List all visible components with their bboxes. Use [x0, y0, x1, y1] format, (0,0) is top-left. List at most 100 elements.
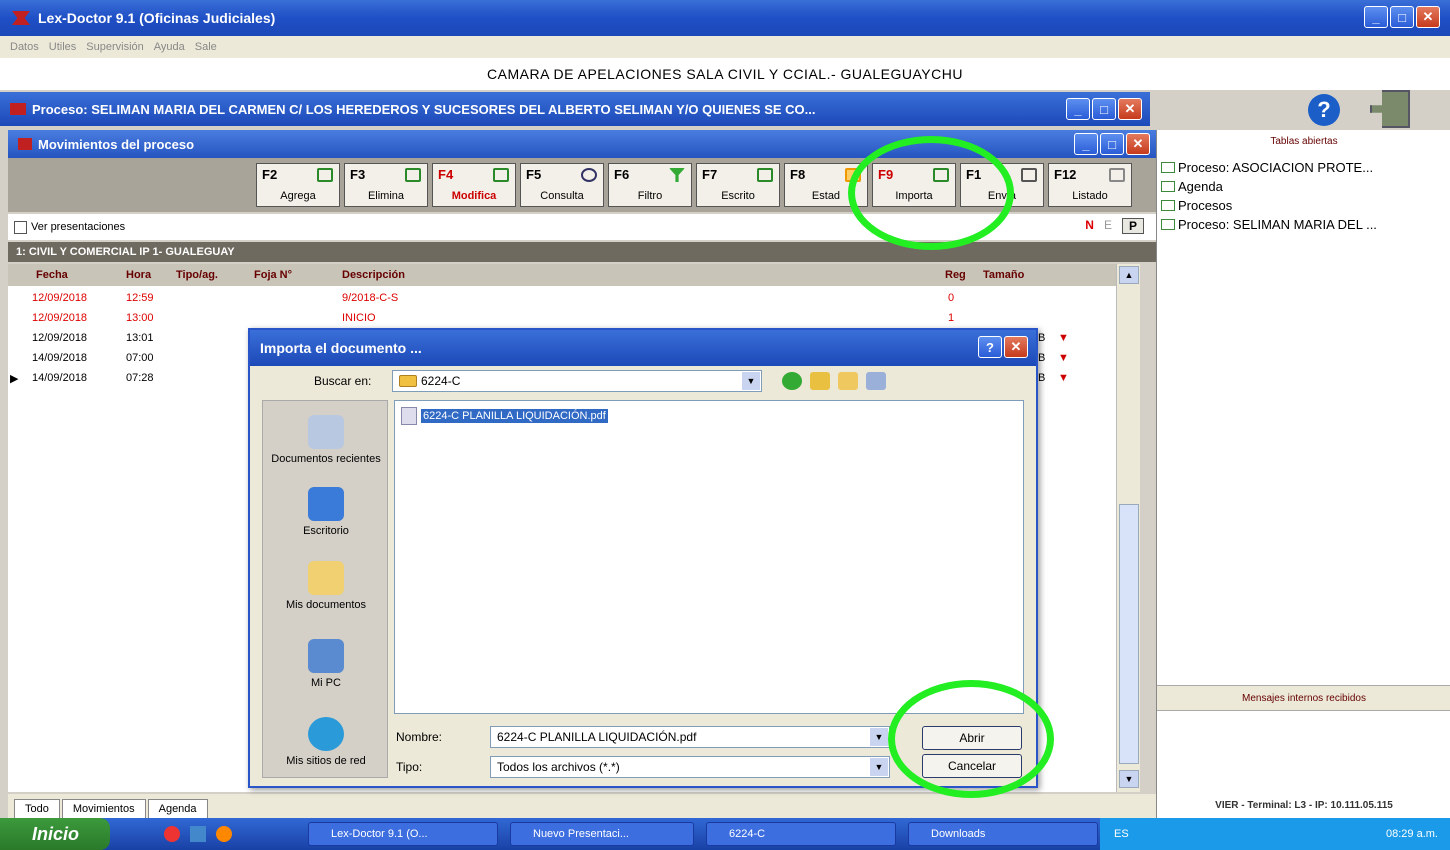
chevron-down-icon[interactable]: ▼: [742, 372, 760, 390]
f2-add-button[interactable]: F2 Agrega: [256, 163, 340, 207]
task-lex-doctor[interactable]: Lex-Doctor 9.1 (O...: [308, 822, 498, 846]
new-folder-icon[interactable]: [838, 372, 858, 390]
filter-e-button[interactable]: E: [1104, 218, 1112, 234]
scroll-up-arrow[interactable]: ▲: [1119, 266, 1139, 284]
f5-query-button[interactable]: F5 Consulta: [520, 163, 604, 207]
quick-launch-icon[interactable]: [216, 826, 232, 842]
menu-ayuda[interactable]: Ayuda: [154, 41, 185, 53]
my-computer-icon: [308, 639, 344, 673]
look-in-combo[interactable]: 6224-C ▼: [392, 370, 762, 392]
dialog-help-button[interactable]: ?: [978, 336, 1002, 358]
quick-launch-icon[interactable]: [164, 826, 180, 842]
f4-modify-button[interactable]: F4 Modifica: [432, 163, 516, 207]
task-downloads[interactable]: Downloads: [908, 822, 1098, 846]
key-label: F3: [350, 167, 366, 182]
place-my-documents[interactable]: Mis documentos: [263, 561, 389, 611]
table-row[interactable]: 12/09/2018 12:59 9/2018-C-S 0: [8, 288, 1116, 308]
file-name-value: 6224-C PLANILLA LIQUIDACIÓN.pdf: [497, 730, 697, 744]
col-fecha[interactable]: Fecha: [36, 269, 68, 281]
start-button[interactable]: Inicio: [0, 818, 110, 850]
attachment-icon[interactable]: ▼: [1058, 372, 1069, 384]
ver-presentaciones-checkbox[interactable]: [14, 220, 27, 234]
file-name-input[interactable]: 6224-C PLANILLA LIQUIDACIÓN.pdf ▼: [490, 726, 890, 748]
col-tipo[interactable]: Tipo/ag.: [176, 269, 218, 281]
movements-close-button[interactable]: ✕: [1126, 133, 1150, 155]
open-table-item[interactable]: Agenda: [1161, 179, 1223, 194]
open-table-item[interactable]: Procesos: [1161, 198, 1232, 213]
office-caption: CAMARA DE APELACIONES SALA CIVIL Y CCIAL…: [0, 58, 1450, 90]
col-descripcion[interactable]: Descripción: [342, 269, 405, 281]
f12-list-button[interactable]: F12 Listado: [1048, 163, 1132, 207]
open-tables-header: Tablas abiertas: [1270, 136, 1338, 147]
look-in-label: Buscar en:: [314, 374, 372, 388]
f3-delete-button[interactable]: F3 Elimina: [344, 163, 428, 207]
back-icon[interactable]: [782, 372, 802, 390]
filter-p-button[interactable]: P: [1121, 218, 1144, 234]
open-table-item[interactable]: Proceso: SELIMAN MARIA DEL ...: [1161, 217, 1377, 232]
key-label: F2: [262, 167, 278, 182]
tab-agenda[interactable]: Agenda: [147, 799, 208, 818]
open-table-label: Procesos: [1178, 198, 1233, 213]
desktop-icon: [308, 487, 344, 521]
scroll-down-arrow[interactable]: ▼: [1119, 770, 1139, 788]
close-button[interactable]: ✕: [1416, 6, 1440, 28]
chevron-down-icon[interactable]: ▼: [870, 728, 888, 746]
movements-minimize-button[interactable]: _: [1074, 133, 1098, 155]
folder-icon: [1161, 181, 1175, 192]
col-tamano[interactable]: Tamaño: [983, 269, 1024, 281]
movements-maximize-button[interactable]: □: [1100, 133, 1124, 155]
place-network[interactable]: Mis sitios de red: [263, 717, 389, 767]
cell-hora: 12:59: [126, 292, 154, 304]
place-my-pc[interactable]: Mi PC: [263, 639, 389, 689]
task-nuevo-presentacion[interactable]: Nuevo Presentaci...: [510, 822, 694, 846]
filter-n-button[interactable]: N: [1085, 218, 1094, 234]
tab-todo[interactable]: Todo: [14, 799, 60, 818]
key-label: F7: [702, 167, 718, 182]
menu-sale[interactable]: Sale: [195, 41, 217, 53]
process-minimize-button[interactable]: _: [1066, 98, 1090, 120]
help-icon[interactable]: ?: [1308, 94, 1340, 126]
chevron-down-icon[interactable]: ▼: [870, 758, 888, 776]
bottom-tabs: Todo Movimientos Agenda: [8, 794, 1156, 818]
file-type-select[interactable]: Todos los archivos (*.*) ▼: [490, 756, 890, 778]
menu-supervision[interactable]: Supervisión: [86, 41, 143, 53]
look-in-value: 6224-C: [421, 374, 461, 388]
col-reg[interactable]: Reg: [945, 269, 966, 281]
menu-utiles[interactable]: Utiles: [49, 41, 77, 53]
open-table-item[interactable]: Proceso: ASOCIACION PROTE...: [1161, 160, 1373, 175]
process-maximize-button[interactable]: □: [1092, 98, 1116, 120]
filter-icon: [669, 168, 685, 182]
up-folder-icon[interactable]: [810, 372, 830, 390]
col-hora[interactable]: Hora: [126, 269, 151, 281]
attachment-icon[interactable]: ▼: [1058, 332, 1069, 344]
col-foja[interactable]: Foja N°: [254, 269, 292, 281]
view-menu-icon[interactable]: [866, 372, 886, 390]
maximize-button[interactable]: □: [1390, 6, 1414, 28]
table-row[interactable]: 12/09/2018 13:00 INICIO 1: [8, 308, 1116, 328]
tab-movimientos[interactable]: Movimientos: [61, 799, 146, 818]
menu-datos[interactable]: Datos: [10, 41, 39, 53]
highlight-circle-open: [888, 680, 1054, 798]
cell-size: B: [1038, 332, 1046, 344]
name-label: Nombre:: [396, 730, 443, 744]
grid-scrollbar[interactable]: ▲ ▼: [1116, 264, 1140, 792]
cell-reg: 0: [948, 292, 955, 304]
attachment-icon[interactable]: ▼: [1058, 352, 1069, 364]
process-close-button[interactable]: ✕: [1118, 98, 1142, 120]
key-label: F8: [790, 167, 806, 182]
language-indicator[interactable]: ES: [1114, 818, 1129, 850]
scroll-thumb[interactable]: [1119, 504, 1139, 764]
cell-hora: 07:00: [126, 352, 154, 364]
exit-door-icon[interactable]: [1370, 90, 1410, 128]
quick-launch-icon[interactable]: [190, 826, 206, 842]
place-desktop[interactable]: Escritorio: [263, 487, 389, 537]
f7-write-button[interactable]: F7 Escrito: [696, 163, 780, 207]
place-recent[interactable]: Documentos recientes: [263, 415, 389, 465]
file-item[interactable]: 6224-C PLANILLA LIQUIDACIÓN.pdf: [401, 407, 608, 425]
cell-fecha: 12/09/2018: [32, 312, 88, 324]
f6-filter-button[interactable]: F6 Filtro: [608, 163, 692, 207]
minimize-button[interactable]: _: [1364, 6, 1388, 28]
dialog-close-button[interactable]: ✕: [1004, 336, 1028, 358]
task-6224c[interactable]: 6224-C: [706, 822, 896, 846]
folder-icon: [1161, 200, 1175, 211]
